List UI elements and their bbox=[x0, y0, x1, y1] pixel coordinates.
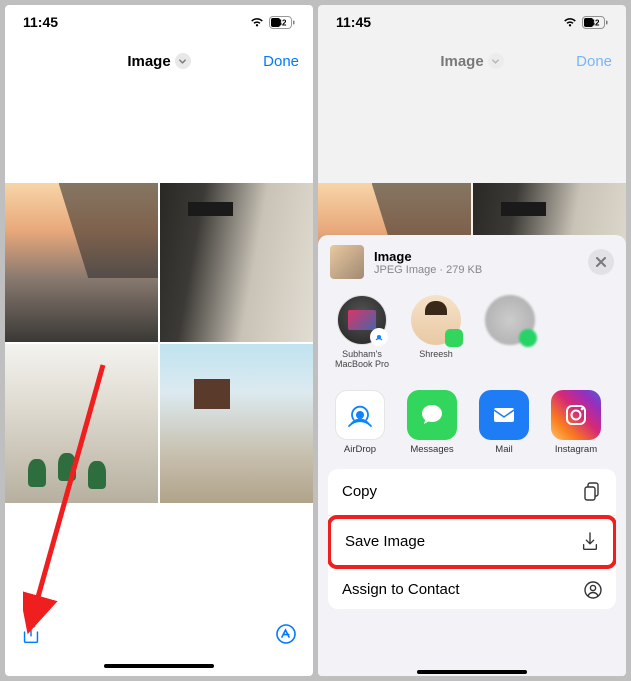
copy-icon bbox=[584, 482, 602, 502]
share-app-airdrop[interactable]: AirDrop bbox=[330, 390, 390, 455]
share-icon bbox=[21, 622, 41, 646]
mail-icon bbox=[479, 390, 529, 440]
action-assign-contact[interactable]: Assign to Contact bbox=[328, 568, 616, 609]
action-label: Copy bbox=[342, 483, 377, 500]
app-label: Messages bbox=[402, 444, 462, 455]
image-viewer[interactable] bbox=[5, 83, 313, 612]
share-sheet-header: Image JPEG Image · 279 KB bbox=[318, 235, 626, 289]
action-save-image[interactable]: Save Image bbox=[328, 515, 616, 569]
share-title: Image bbox=[374, 249, 578, 264]
status-time: 11:45 bbox=[23, 14, 58, 30]
chevron-down-icon bbox=[488, 53, 504, 69]
share-app-mail[interactable]: Mail bbox=[474, 390, 534, 455]
chevron-down-icon bbox=[175, 53, 191, 69]
photo-quadrant bbox=[160, 344, 313, 503]
instagram-icon bbox=[551, 390, 601, 440]
photo-content bbox=[5, 183, 313, 503]
markup-icon bbox=[275, 623, 297, 645]
action-label: Assign to Contact bbox=[342, 581, 460, 598]
close-icon bbox=[596, 257, 606, 267]
close-button[interactable] bbox=[588, 249, 614, 275]
share-app-messages[interactable]: Messages bbox=[402, 390, 462, 455]
app-label: Instagram bbox=[546, 444, 606, 455]
wifi-icon bbox=[249, 16, 265, 28]
status-time: 11:45 bbox=[336, 14, 371, 30]
bottom-toolbar bbox=[5, 612, 313, 656]
status-icons: 42 bbox=[249, 16, 295, 29]
action-label: Save Image bbox=[345, 533, 425, 550]
action-list: Copy Save Image Assign to Contact bbox=[328, 469, 616, 609]
phone-left: 11:45 42 Image Done bbox=[5, 5, 313, 676]
app-label: Mail bbox=[474, 444, 534, 455]
airdrop-icon bbox=[335, 390, 385, 440]
status-bar: 11:45 42 bbox=[5, 5, 313, 39]
nav-bar: Image Done bbox=[5, 39, 313, 83]
svg-text:42: 42 bbox=[278, 18, 287, 27]
airdrop-target[interactable]: Shreesh bbox=[406, 295, 466, 370]
share-subtitle: JPEG Image · 279 KB bbox=[374, 264, 578, 276]
download-icon bbox=[581, 532, 599, 552]
photo-quadrant bbox=[5, 344, 158, 503]
svg-text:42: 42 bbox=[591, 18, 600, 27]
contact-icon bbox=[584, 581, 602, 599]
nav-bar: Image Done bbox=[318, 39, 626, 83]
share-app-instagram[interactable]: Instagram bbox=[546, 390, 606, 455]
airdrop-target[interactable] bbox=[480, 295, 540, 370]
target-label: Subham's MacBook Pro bbox=[332, 349, 392, 370]
share-button[interactable] bbox=[21, 622, 41, 646]
done-button[interactable]: Done bbox=[263, 53, 299, 70]
airdrop-targets-row[interactable]: Subham's MacBook Pro Shreesh bbox=[318, 289, 626, 380]
contact-avatar bbox=[411, 295, 461, 345]
battery-icon: 42 bbox=[582, 16, 608, 29]
share-sheet[interactable]: Image JPEG Image · 279 KB Subham's MacBo… bbox=[318, 235, 626, 676]
device-icon bbox=[337, 295, 387, 345]
home-indicator[interactable] bbox=[318, 670, 626, 674]
home-indicator[interactable] bbox=[5, 656, 313, 676]
app-row[interactable]: AirDrop Messages Mail Instagram bbox=[318, 390, 626, 455]
target-label: Shreesh bbox=[406, 349, 466, 359]
phone-right: 11:45 42 Image Done bbox=[318, 5, 626, 676]
action-copy[interactable]: Copy bbox=[328, 469, 616, 516]
status-bar: 11:45 42 bbox=[318, 5, 626, 39]
contact-avatar bbox=[485, 295, 535, 345]
wifi-icon bbox=[562, 16, 578, 28]
done-button: Done bbox=[576, 53, 612, 70]
app-label: AirDrop bbox=[330, 444, 390, 455]
nav-title: Image bbox=[127, 53, 170, 70]
nav-title: Image bbox=[440, 53, 483, 70]
photo-quadrant bbox=[160, 183, 313, 342]
airdrop-target[interactable]: Subham's MacBook Pro bbox=[332, 295, 392, 370]
markup-button[interactable] bbox=[275, 623, 297, 645]
status-icons: 42 bbox=[562, 16, 608, 29]
photo-quadrant bbox=[5, 183, 158, 342]
battery-icon: 42 bbox=[269, 16, 295, 29]
share-thumbnail bbox=[330, 245, 364, 279]
messages-icon bbox=[407, 390, 457, 440]
